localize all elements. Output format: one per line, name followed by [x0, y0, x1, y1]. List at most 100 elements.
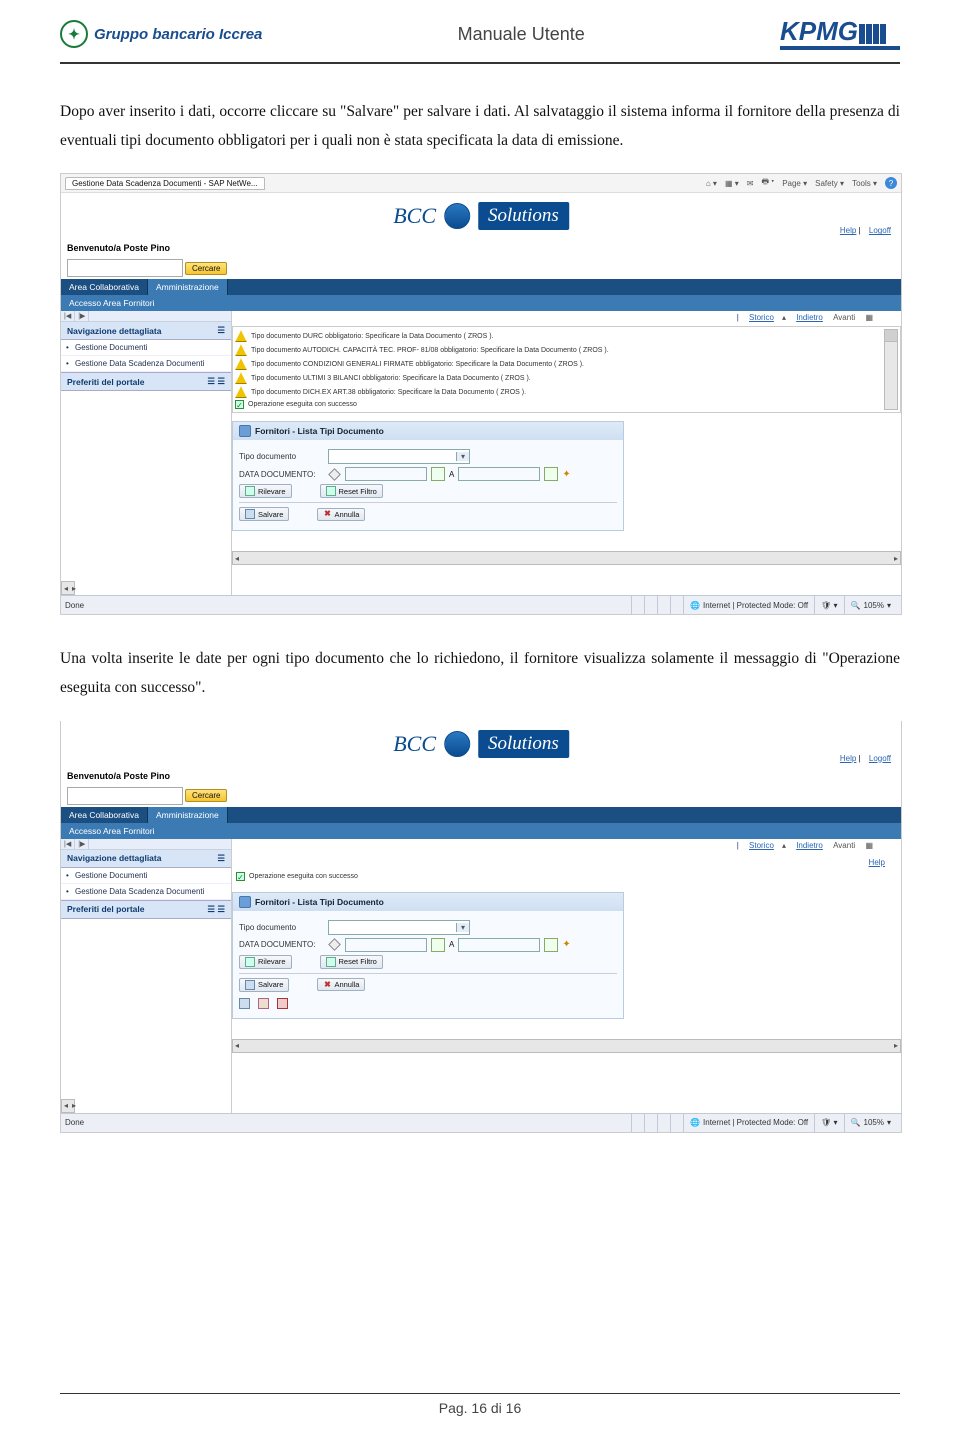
main-h-scrollbar[interactable]: [232, 551, 901, 565]
main-help-link[interactable]: Help: [869, 858, 885, 867]
screenshot-1: Gestione Data Scadenza Documenti - SAP N…: [60, 173, 902, 615]
logoff-link[interactable]: Logoff: [869, 754, 891, 763]
sidebar-mini-tabs: |◀|▶: [61, 839, 231, 850]
check-icon: ✓: [235, 400, 244, 409]
print-icon[interactable]: 🖶 ▾: [761, 176, 774, 190]
reset-filtro-button[interactable]: Reset Filtro: [320, 955, 383, 969]
help-icon[interactable]: ?: [885, 177, 897, 189]
rilevare-button[interactable]: Rilevare: [239, 484, 292, 498]
rilevare-button[interactable]: Rilevare: [239, 955, 292, 969]
date-to-input[interactable]: [458, 467, 540, 481]
date-from-input[interactable]: [345, 938, 427, 952]
browser-tab-bar: Gestione Data Scadenza Documenti - SAP N…: [61, 174, 901, 193]
paragraph-2: Una volta inserite le date per ogni tipo…: [60, 645, 900, 702]
iccrea-mark-icon: ✦: [60, 20, 88, 48]
browser-tab[interactable]: Gestione Data Scadenza Documenti - SAP N…: [65, 177, 265, 190]
date-to-input[interactable]: [458, 938, 540, 952]
tab-area-collaborativa[interactable]: Area Collaborativa: [61, 279, 148, 295]
calendar-from-icon[interactable]: [431, 938, 445, 952]
tab-amministrazione[interactable]: Amministrazione: [148, 807, 228, 823]
storico-link[interactable]: Storico: [749, 841, 774, 850]
range-icon[interactable]: [328, 938, 341, 951]
tab-amministrazione[interactable]: Amministrazione: [148, 279, 228, 295]
label-tipo-documento: Tipo documento: [239, 923, 324, 932]
status-zoom[interactable]: 🔍 105% ▾: [844, 1114, 897, 1132]
status-zoom[interactable]: 🔍 105% ▾: [844, 596, 897, 614]
panel-icon: [239, 896, 251, 908]
indietro-link[interactable]: Indietro: [796, 313, 823, 322]
collapse-icon[interactable]: ☰: [217, 325, 225, 336]
collapse-icon[interactable]: ☰ ☰: [207, 904, 225, 915]
range-icon[interactable]: [328, 468, 341, 481]
subnav-accesso[interactable]: Accesso Area Fornitori: [61, 295, 901, 311]
sidebar-scrollbar[interactable]: [61, 581, 75, 595]
indietro-link[interactable]: Indietro: [796, 841, 823, 850]
status-security[interactable]: 🛡 ▾: [814, 1114, 843, 1132]
page-number: Pag. 16 di 16: [60, 1400, 900, 1416]
warning-icon: [235, 372, 247, 384]
page-menu[interactable]: Page ▾: [782, 179, 807, 188]
calendar-to-icon[interactable]: [544, 467, 558, 481]
bcc-solutions-logo: BCC Solutions: [393, 730, 569, 758]
logo-kpmg: KPMG: [780, 18, 900, 50]
sidebar-preferiti-header: Preferiti del portale ☰ ☰: [61, 900, 231, 919]
history-nav: | Storico▴ Indietro Avanti ▦: [232, 839, 901, 854]
help-link[interactable]: Help: [840, 754, 856, 763]
status-internet-mode: 🌐 Internet | Protected Mode: Off: [683, 1114, 814, 1132]
tab-area-collaborativa[interactable]: Area Collaborativa: [61, 807, 148, 823]
header-divider: [60, 62, 900, 64]
options-icon[interactable]: ▦: [865, 313, 873, 322]
salvare-button[interactable]: Salvare: [239, 507, 289, 521]
globe-icon: [444, 731, 470, 757]
check-icon: ✓: [236, 872, 245, 881]
tipo-documento-select[interactable]: [328, 449, 470, 464]
warning-icon: [235, 386, 247, 398]
storico-link[interactable]: Storico: [749, 313, 774, 322]
label-data-documento: DATA DOCUMENTO:: [239, 940, 324, 949]
search-input[interactable]: [67, 259, 183, 277]
search-button[interactable]: Cercare: [185, 262, 227, 275]
feed-icon[interactable]: ▦ ▾: [725, 179, 739, 188]
calendar-from-icon[interactable]: [431, 467, 445, 481]
help-link[interactable]: Help: [840, 226, 856, 235]
collapse-icon[interactable]: ☰ ☰: [207, 376, 225, 387]
mini-icon: [239, 998, 250, 1009]
calendar-to-icon[interactable]: [544, 938, 558, 952]
collapse-icon[interactable]: ☰: [217, 853, 225, 864]
refresh-icon[interactable]: ✦: [562, 469, 570, 480]
safety-menu[interactable]: Safety ▾: [815, 179, 844, 188]
status-security[interactable]: 🛡 ▾: [814, 596, 843, 614]
warning-msg: Tipo documento AUTODICH. CAPACITÀ TEC. P…: [251, 347, 609, 354]
success-msg: Operazione eseguita con successo: [248, 401, 357, 408]
search-input[interactable]: [67, 787, 183, 805]
sidebar-scrollbar[interactable]: [61, 1099, 75, 1113]
message-scrollbar[interactable]: [884, 329, 898, 410]
sidebar-item-gestione-documenti[interactable]: Gestione Documenti: [61, 340, 231, 356]
mini-icon: [277, 998, 288, 1009]
sidebar-item-gestione-scadenza[interactable]: Gestione Data Scadenza Documenti: [61, 356, 231, 372]
logoff-link[interactable]: Logoff: [869, 226, 891, 235]
date-from-input[interactable]: [345, 467, 427, 481]
options-icon[interactable]: ▦: [865, 841, 873, 850]
annulla-button[interactable]: ✖Annulla: [317, 508, 365, 521]
panel-title: Fornitori - Lista Tipi Documento: [255, 426, 384, 436]
reset-filtro-button[interactable]: Reset Filtro: [320, 484, 383, 498]
tipo-documento-select[interactable]: [328, 920, 470, 935]
salvare-button[interactable]: Salvare: [239, 978, 289, 992]
main-h-scrollbar[interactable]: [232, 1039, 901, 1053]
warning-icon: [235, 358, 247, 370]
home-icon[interactable]: ⌂ ▾: [706, 179, 717, 188]
subnav-accesso[interactable]: Accesso Area Fornitori: [61, 823, 901, 839]
sidebar-item-gestione-documenti[interactable]: Gestione Documenti: [61, 868, 231, 884]
search-button[interactable]: Cercare: [185, 789, 227, 802]
annulla-button[interactable]: ✖Annulla: [317, 978, 365, 991]
tools-menu[interactable]: Tools ▾: [852, 179, 877, 188]
logo-iccrea: ✦ Gruppo bancario Iccrea: [60, 20, 262, 48]
refresh-icon[interactable]: ✦: [562, 939, 570, 950]
panel-lista-tipi-documento: Fornitori - Lista Tipi Documento Tipo do…: [232, 421, 624, 531]
mail-icon[interactable]: ✉: [747, 179, 754, 188]
sidebar-item-gestione-scadenza[interactable]: Gestione Data Scadenza Documenti: [61, 884, 231, 900]
warning-icon: [235, 344, 247, 356]
page-title: Manuale Utente: [262, 24, 780, 45]
sidebar-nav-header: Navigazione dettagliata ☰: [61, 322, 231, 340]
